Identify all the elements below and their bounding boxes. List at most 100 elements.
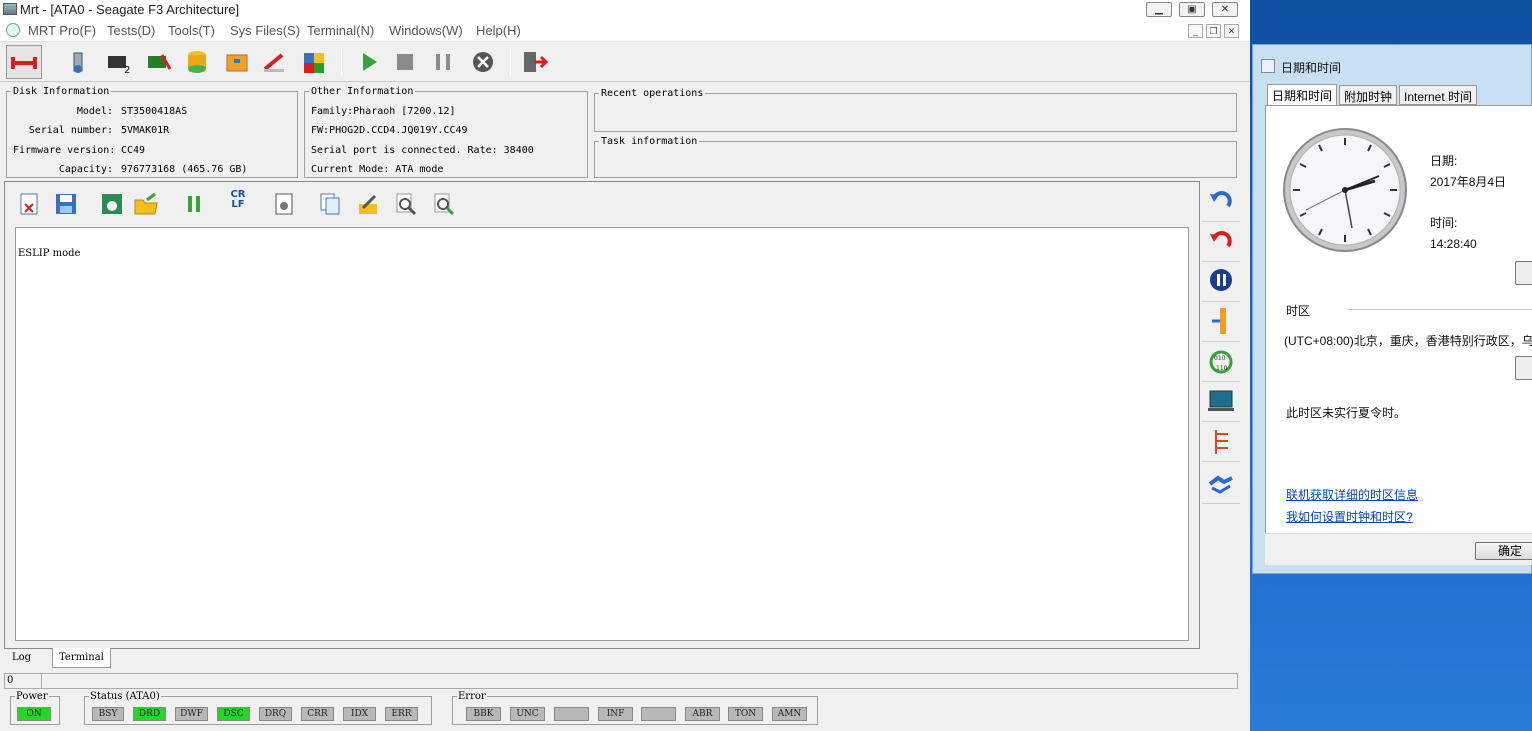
clear-terminal-icon[interactable] bbox=[17, 190, 43, 218]
menu-terminal[interactable]: Terminal(N) bbox=[307, 23, 374, 38]
status-drd-indicator: DRD bbox=[133, 707, 166, 721]
timezone-heading: 时区 bbox=[1286, 304, 1311, 318]
connect-port-icon[interactable] bbox=[6, 45, 42, 79]
archive-icon[interactable] bbox=[222, 47, 252, 77]
error-unc-indicator: UNC bbox=[510, 707, 545, 721]
split-icon[interactable] bbox=[1202, 302, 1240, 342]
status-legend: Status (ATA0) bbox=[90, 691, 160, 702]
tab-log[interactable]: Log bbox=[6, 648, 37, 668]
timezone-info-link[interactable]: 联机获取详细的时区信息 bbox=[1286, 486, 1418, 503]
menu-windows[interactable]: Windows(W) bbox=[389, 23, 463, 38]
tab-internet-time[interactable]: Internet 时间 bbox=[1399, 85, 1478, 105]
mdi-restore-button[interactable]: ❐ bbox=[1206, 24, 1221, 38]
power-indicator: ON bbox=[17, 707, 51, 721]
change-datetime-button[interactable] bbox=[1515, 261, 1532, 285]
edit-icon[interactable] bbox=[355, 190, 381, 218]
exit-icon[interactable] bbox=[520, 47, 550, 77]
undo-blue-icon[interactable] bbox=[1202, 182, 1240, 222]
disk-tool-icon[interactable] bbox=[64, 47, 94, 77]
datetime-footer: 确定 bbox=[1265, 533, 1532, 565]
modules-icon[interactable] bbox=[300, 47, 330, 77]
tab-date-time[interactable]: 日期和时间 bbox=[1267, 84, 1338, 106]
firmware-row: Firmware version: CC49 bbox=[13, 145, 293, 159]
save-log-icon[interactable] bbox=[53, 190, 79, 218]
ok-button[interactable]: 确定 bbox=[1475, 542, 1532, 560]
tree-icon[interactable] bbox=[1202, 422, 1240, 462]
capacity-value: 976773168 (465.76 GB) bbox=[121, 164, 248, 175]
erase-icon[interactable] bbox=[260, 47, 290, 77]
error-blank-indicator bbox=[554, 707, 589, 721]
menu-tests[interactable]: Tests(D) bbox=[107, 23, 155, 38]
pause-circle-icon[interactable] bbox=[1202, 262, 1240, 302]
capacity-row: Capacity: 976773168 (465.76 GB) bbox=[13, 164, 293, 178]
serial-port-text: Serial port is connected. Rate: 38400 bbox=[311, 145, 534, 156]
change-timezone-button[interactable] bbox=[1515, 356, 1532, 380]
status-divider bbox=[41, 674, 42, 688]
menu-tools[interactable]: Tools(T) bbox=[168, 23, 215, 38]
status-line: 0 bbox=[4, 673, 1238, 689]
tab-additional-clocks[interactable]: 附加时钟 bbox=[1339, 85, 1398, 105]
firmware-value: CC49 bbox=[121, 145, 146, 156]
binary-convert-icon[interactable]: 010 110 bbox=[1202, 342, 1240, 382]
save-as-icon[interactable] bbox=[99, 190, 125, 218]
script-icon[interactable] bbox=[271, 190, 297, 218]
title-bar[interactable]: Mrt - [ATA0 - Seagate F3 Architecture] ▁… bbox=[0, 0, 1250, 20]
copy-icon[interactable] bbox=[317, 190, 343, 218]
datetime-panel: 日期: 2017年8月4日 时间: 14:28:40 时区 (UTC+08:00… bbox=[1265, 105, 1532, 563]
calendar-icon bbox=[1261, 59, 1275, 73]
status-idx-indicator: IDX bbox=[343, 707, 376, 721]
handshake-icon[interactable] bbox=[1202, 464, 1240, 504]
svg-text:010: 010 bbox=[1214, 355, 1226, 362]
other-information-legend: Other Information bbox=[311, 86, 414, 97]
current-mode-text: Current Mode: ATA mode bbox=[311, 164, 444, 175]
error-group: Error bbox=[452, 691, 818, 725]
analog-clock-icon bbox=[1283, 128, 1407, 252]
close-button[interactable]: ✕ bbox=[1212, 2, 1238, 17]
error-bbk-indicator: BBK bbox=[466, 707, 501, 721]
disk-repair-icon[interactable] bbox=[144, 47, 174, 77]
menu-help[interactable]: Help(H) bbox=[476, 23, 521, 38]
terminal-panel: CR LF ESLIP mode bbox=[4, 181, 1200, 649]
capacity-label: Capacity: bbox=[58, 164, 113, 175]
play-icon[interactable] bbox=[354, 47, 384, 77]
tab-terminal[interactable]: Terminal bbox=[52, 648, 111, 668]
mdi-close-button[interactable]: ✕ bbox=[1224, 24, 1239, 38]
disk-information-legend: Disk Information bbox=[13, 86, 110, 97]
monitor-icon[interactable] bbox=[1202, 382, 1240, 422]
timezone-divider bbox=[1348, 309, 1532, 310]
task-information-legend: Task information bbox=[601, 136, 698, 147]
cancel-icon[interactable] bbox=[468, 47, 498, 77]
crlf-icon[interactable]: CR LF bbox=[225, 190, 251, 218]
minimize-button[interactable]: ▁ bbox=[1146, 2, 1172, 17]
menu-sys-files[interactable]: Sys Files(S) bbox=[230, 23, 300, 38]
serial-row: Serial number: 5VMAK01R bbox=[13, 125, 293, 139]
undo-red-icon[interactable] bbox=[1202, 222, 1240, 262]
error-ton-indicator: TON bbox=[728, 707, 763, 721]
error-blank-indicator bbox=[641, 707, 676, 721]
status-dsc-indicator: DSC bbox=[217, 707, 250, 721]
error-abr-indicator: ABR bbox=[685, 707, 720, 721]
family-text: Family:Pharaoh [7200.12] bbox=[311, 106, 456, 117]
mrt-main-window: Mrt - [ATA0 - Seagate F3 Architecture] ▁… bbox=[0, 0, 1250, 731]
terminal-pause-icon[interactable] bbox=[181, 190, 207, 218]
mdi-minimize-button[interactable]: _ bbox=[1188, 24, 1203, 38]
terminal-output[interactable]: ESLIP mode bbox=[15, 227, 1189, 641]
toolbar-separator bbox=[510, 48, 511, 76]
menu-mrt-pro[interactable]: MRT Pro(F) bbox=[28, 23, 96, 38]
maximize-button[interactable]: ▣ bbox=[1179, 2, 1205, 17]
stop-icon[interactable] bbox=[390, 47, 420, 77]
error-amn-indicator: AMN bbox=[772, 707, 807, 721]
pause-icon[interactable] bbox=[428, 47, 458, 77]
error-inf-indicator: INF bbox=[598, 707, 633, 721]
find-icon[interactable] bbox=[393, 190, 419, 218]
status-crr-indicator: CRR bbox=[301, 707, 334, 721]
disk-test-icon[interactable]: 2 bbox=[104, 47, 134, 77]
dst-note: 此时区未实行夏令时。 bbox=[1286, 406, 1407, 420]
terminal-output-line: ESLIP mode bbox=[18, 248, 81, 259]
how-to-set-clock-link[interactable]: 我如何设置时钟和时区? bbox=[1286, 508, 1413, 525]
recent-operations-group: Recent operations bbox=[594, 88, 1237, 132]
status-line-value: 0 bbox=[7, 675, 14, 686]
database-icon[interactable] bbox=[182, 47, 212, 77]
find-next-icon[interactable] bbox=[431, 190, 457, 218]
open-folder-icon[interactable] bbox=[133, 190, 159, 218]
